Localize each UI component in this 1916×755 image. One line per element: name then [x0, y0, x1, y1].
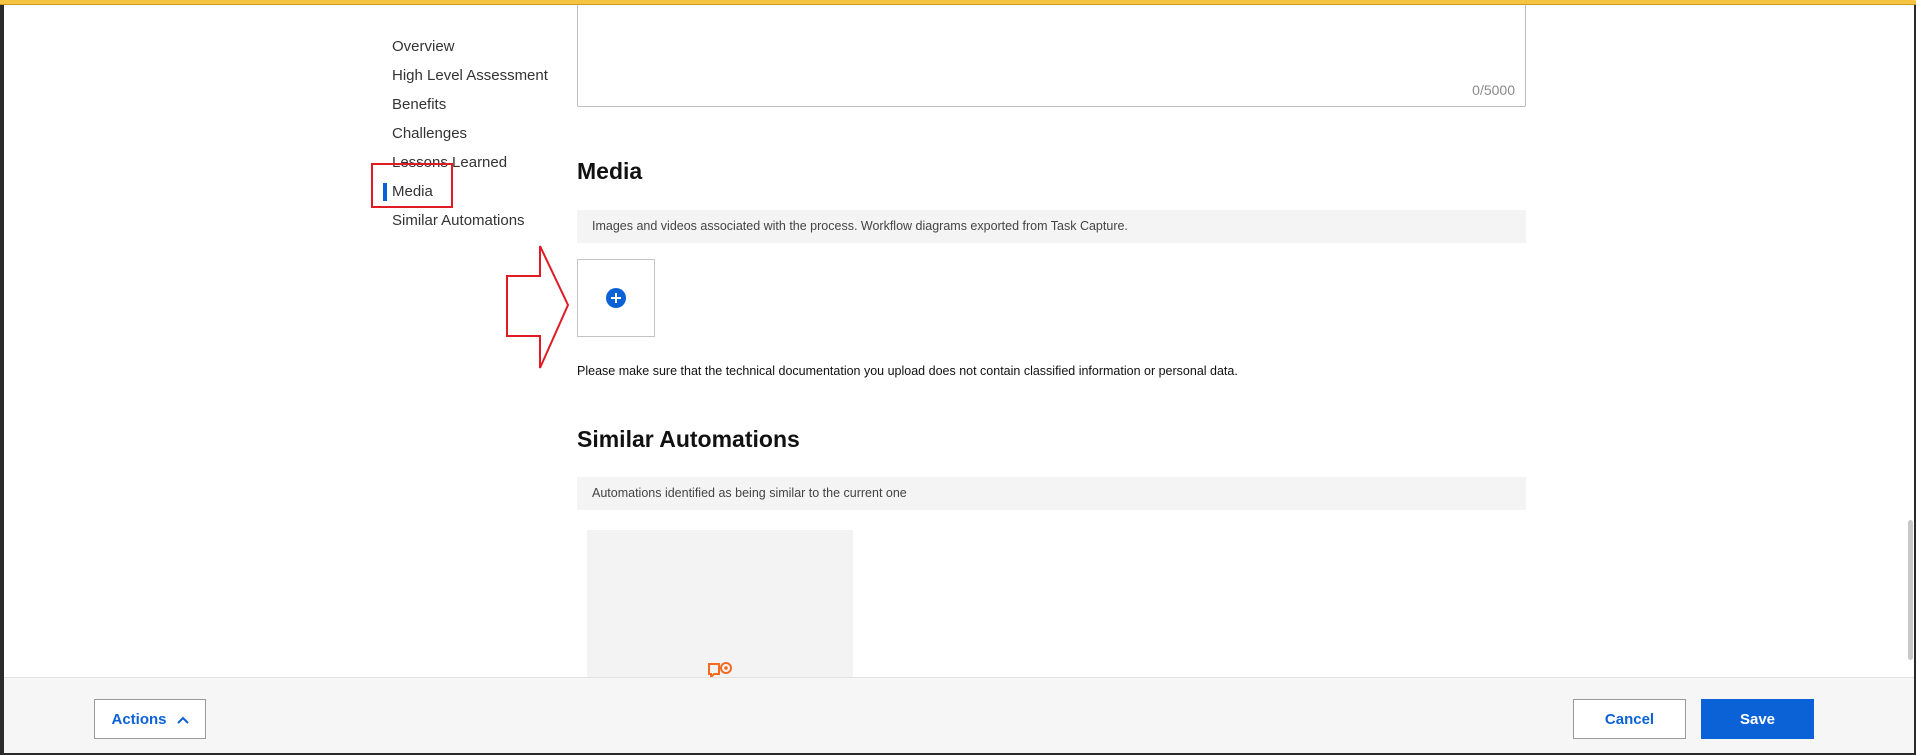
previous-textarea[interactable]: 0/5000 — [577, 5, 1526, 107]
annotation-highlight-box — [371, 163, 453, 208]
media-section-title: Media — [577, 158, 643, 184]
automation-card[interactable] — [587, 530, 853, 678]
media-description: Images and videos associated with the pr… — [577, 210, 1526, 243]
annotation-arrow — [506, 245, 569, 369]
nav-item-overview[interactable]: Overview — [392, 32, 562, 61]
nav-item-benefits[interactable]: Benefits — [392, 90, 562, 119]
cancel-button[interactable]: Cancel — [1573, 699, 1686, 739]
similar-automations-title: Similar Automations — [577, 426, 800, 452]
save-button[interactable]: Save — [1701, 699, 1814, 739]
similar-automations-description: Automations identified as being similar … — [577, 477, 1526, 510]
nav-item-similar-automations[interactable]: Similar Automations — [392, 206, 562, 235]
add-media-button[interactable] — [577, 259, 655, 337]
upload-disclaimer: Please make sure that the technical docu… — [577, 364, 1238, 378]
nav-item-high-level-assessment[interactable]: High Level Assessment — [392, 61, 562, 90]
char-counter: 0/5000 — [1472, 82, 1515, 98]
footer-action-bar: Actions Cancel Save — [4, 677, 1914, 753]
actions-button[interactable]: Actions — [94, 699, 206, 739]
page-scrollbar[interactable] — [1908, 520, 1913, 660]
nav-item-challenges[interactable]: Challenges — [392, 119, 562, 148]
robot-gear-icon — [705, 660, 735, 678]
actions-button-label: Actions — [111, 710, 167, 728]
chevron-up-icon — [176, 711, 189, 728]
plus-circle-icon — [606, 288, 626, 308]
